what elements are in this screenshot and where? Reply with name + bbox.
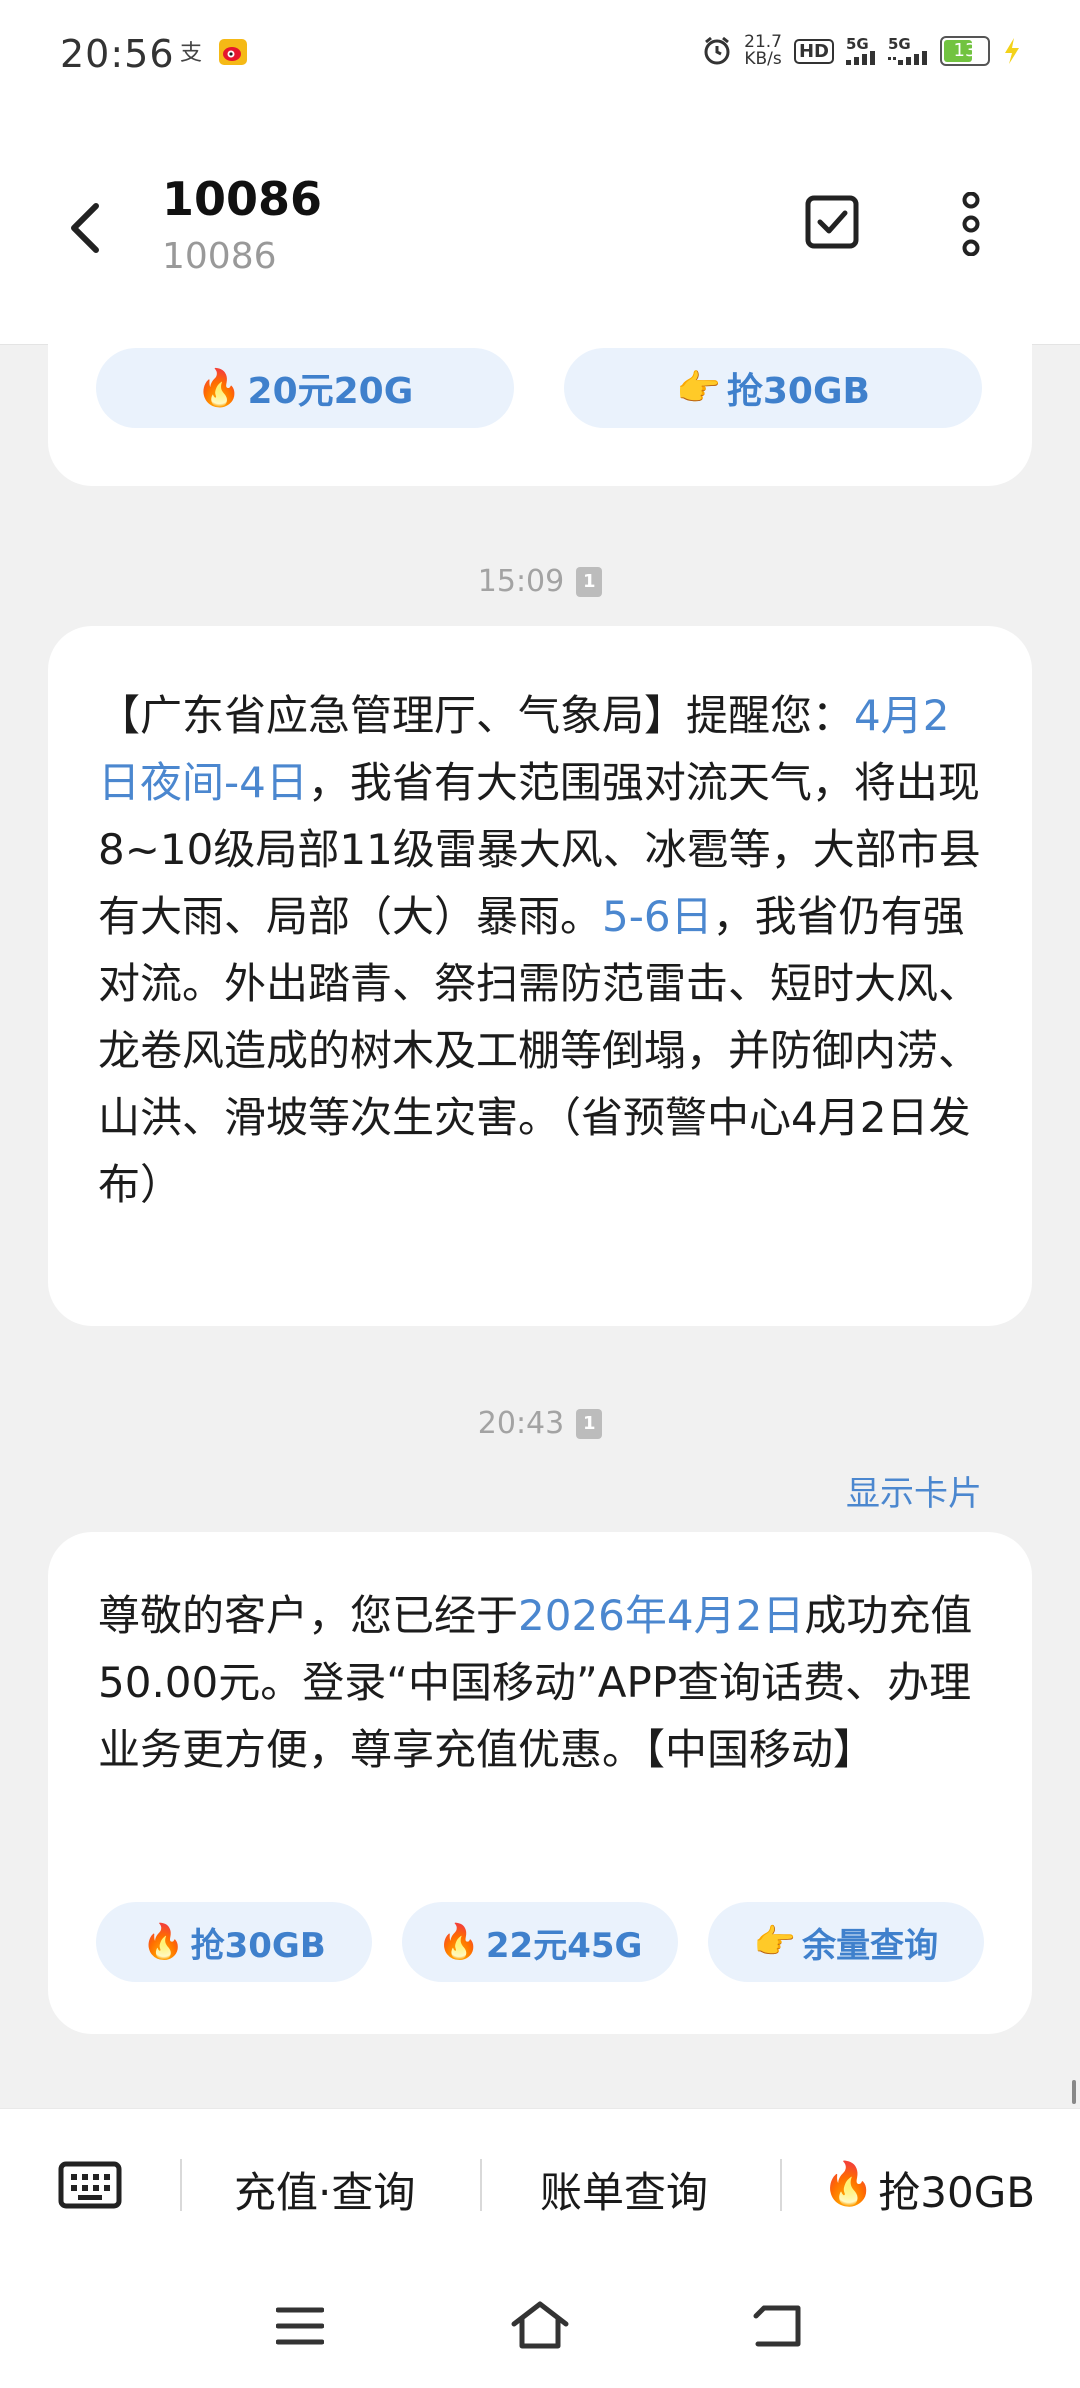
quick-bill-query[interactable]: 账单查询 [540, 2159, 708, 2220]
fire-icon: 🔥 [196, 368, 242, 409]
sim-card-icon: 1 [576, 1408, 603, 1439]
chip-grab-30gb[interactable]: 🔥 抢30GB [96, 1902, 372, 1982]
show-card-link[interactable]: 显示卡片 [846, 1466, 982, 1515]
divider [780, 2159, 782, 2211]
message-text: 尊敬的客户，您已经于2026年4月2日成功充值50.00元。登录“中国移动”AP… [98, 1582, 984, 1783]
chip-label: 22元45G [485, 1925, 643, 1966]
message-segment: 尊敬的客户，您已经于 [98, 1591, 519, 1640]
quick-action-bar: 充值·查询 账单查询 🔥 抢30GB [0, 2108, 1080, 2259]
chip-20yuan-20g[interactable]: 🔥 20元20G [96, 348, 514, 428]
scroll-indicator[interactable] [1072, 2080, 1076, 2104]
message-segment: 【广东省应急管理厅、气象局】提醒您： [98, 691, 855, 740]
menu-icon[interactable] [276, 2306, 324, 2346]
chip-label: 抢30GB [726, 371, 870, 412]
message-date-link[interactable]: 2026年4月2日 [518, 1591, 804, 1640]
pointing-hand-icon: 👉 [753, 1922, 797, 1962]
chip-label: 余量查询 [802, 1925, 939, 1966]
message-text: 【广东省应急管理厅、气象局】提醒您：4月2日夜间-4日，我省有大范围强对流天气，… [98, 682, 984, 1218]
back-arrow-icon[interactable] [62, 198, 112, 258]
status-time: 20:56 [60, 32, 175, 76]
chip-grab-30gb[interactable]: 👉 抢30GB [564, 348, 982, 428]
message-bubble[interactable]: 【广东省应急管理厅、气象局】提醒您：4月2日夜间-4日，我省有大范围强对流天气，… [48, 626, 1032, 1326]
signal1-label: 5G [846, 35, 869, 53]
alarm-icon [704, 36, 730, 65]
fire-icon: 🔥 [437, 1922, 480, 1962]
chip-label: 抢30GB [190, 1925, 326, 1966]
network-speed: 21.7 KB/s [744, 34, 782, 68]
contact-number: 10086 [162, 236, 277, 277]
back-icon[interactable] [752, 2304, 802, 2348]
system-status-icons: 21.7 KB/s HD 5G 5G 13 [702, 34, 1022, 68]
home-icon[interactable] [510, 2300, 570, 2350]
divider [480, 2159, 482, 2211]
alipay-icon: 支 [180, 41, 202, 65]
chip-label: 20元20G [247, 371, 414, 412]
signal-5g-icon: 5G [888, 37, 928, 65]
battery-level: 13 [953, 40, 977, 61]
signal-5g-icon: 5G [846, 37, 876, 65]
select-checkbox-icon[interactable] [804, 194, 860, 250]
more-vertical-icon[interactable] [956, 192, 986, 256]
status-bar: 20:56 支 21.7 KB/s HD 5G 5G 13 [0, 0, 1080, 118]
message-timestamp: 15:09 1 [0, 564, 1080, 599]
message-timestamp: 20:43 1 [0, 1406, 1080, 1441]
sim-card-icon: 1 [576, 566, 603, 597]
fire-icon: 🔥 [142, 1922, 185, 1962]
network-speed-unit: KB/s [744, 49, 782, 69]
system-nav-bar [0, 2258, 1080, 2388]
chip-balance-query[interactable]: 👉 余量查询 [708, 1902, 984, 1982]
hd-voice-icon: HD [793, 38, 834, 64]
contact-title: 10086 [162, 172, 323, 226]
divider [180, 2159, 182, 2211]
signal2-label: 5G [888, 35, 911, 53]
message-bubble-partial: 🔥 20元20G 👉 抢30GB [48, 300, 1032, 486]
message-bubble[interactable]: 尊敬的客户，您已经于2026年4月2日成功充值50.00元。登录“中国移动”AP… [48, 1532, 1032, 2034]
message-date-link[interactable]: 5-6日 [602, 892, 713, 941]
pointing-hand-icon: 👉 [676, 368, 721, 409]
quick-grab-label: 抢30GB [878, 2168, 1036, 2217]
timestamp-text: 20:43 [477, 1406, 565, 1441]
fire-icon: 🔥 [822, 2159, 875, 2208]
chip-22yuan-45g[interactable]: 🔥 22元45G [402, 1902, 678, 1982]
svg-text:支: 支 [180, 41, 202, 65]
weibo-icon [219, 39, 247, 65]
quick-grab-30gb[interactable]: 🔥 抢30GB [822, 2159, 1035, 2220]
keyboard-icon[interactable] [58, 2161, 122, 2209]
charging-icon [1005, 38, 1019, 64]
battery-icon: 13 [940, 36, 990, 66]
quick-recharge-query[interactable]: 充值·查询 [234, 2159, 415, 2220]
timestamp-text: 15:09 [477, 564, 565, 599]
notification-icons: 支 [178, 38, 248, 66]
